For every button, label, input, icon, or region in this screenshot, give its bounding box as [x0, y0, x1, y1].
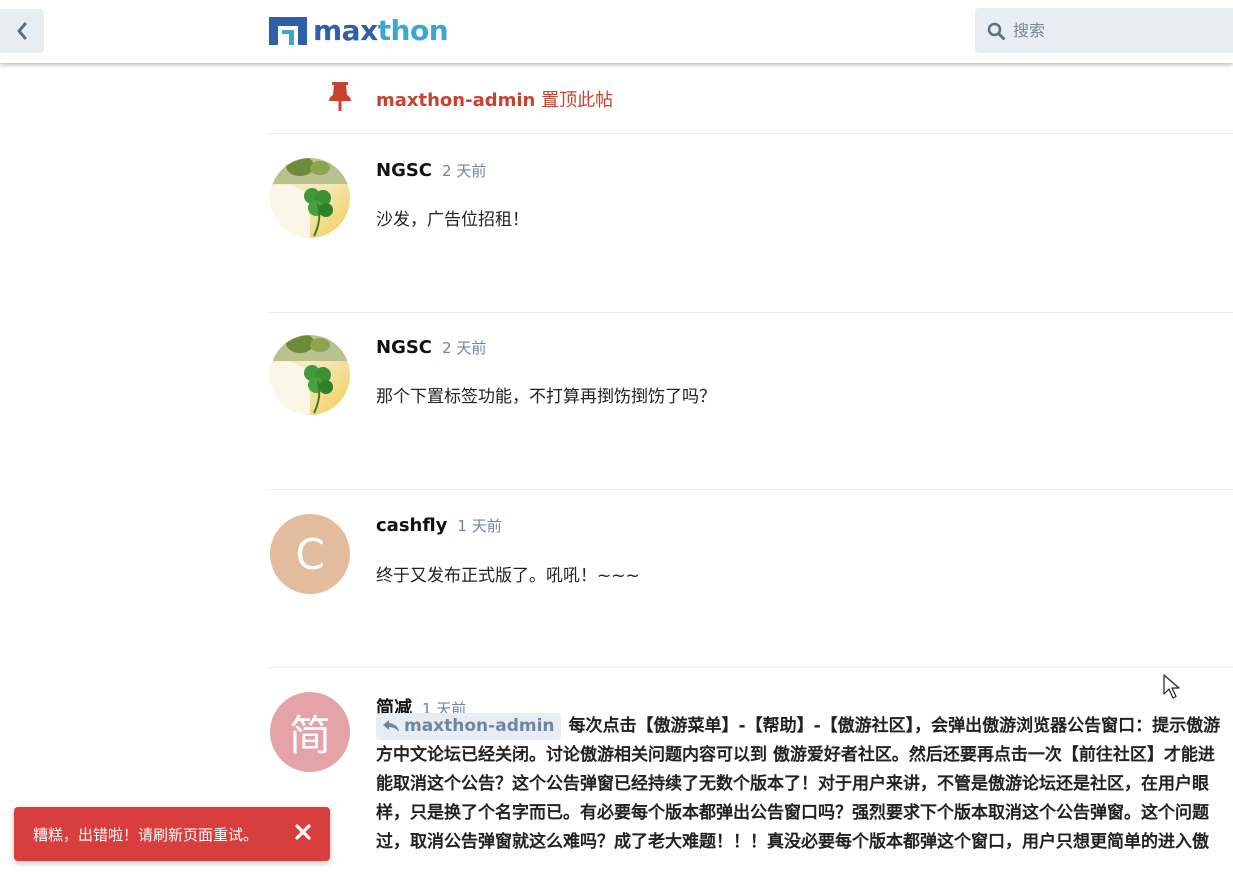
search-box[interactable] [975, 8, 1233, 53]
error-toast: 糟糕，出错啦！请刷新页面重试。 [14, 807, 330, 861]
post-content: 那个下置标签功能，不打算再捯饬捯饬了吗？ [376, 387, 716, 407]
search-input[interactable] [1013, 21, 1213, 40]
close-icon [295, 824, 311, 840]
search-icon [987, 22, 1005, 40]
chevron-left-icon [17, 22, 27, 40]
back-button[interactable] [0, 9, 44, 53]
event-action: 置顶此帖 [541, 90, 614, 111]
post-header: cashfly 1 天前 [376, 515, 502, 536]
clover-avatar-image [270, 335, 350, 415]
toast-close-button[interactable] [292, 821, 314, 843]
username[interactable]: cashfly [376, 515, 447, 536]
maxthon-logo-icon [269, 17, 307, 45]
post-item: NGSC 2 天前 沙发，广告位招租！ [269, 135, 1233, 313]
event-text: maxthon-admin 置顶此帖 [376, 86, 613, 112]
avatar[interactable] [270, 335, 350, 415]
logo-text: maxthon [313, 14, 449, 47]
username[interactable]: NGSC [376, 160, 432, 181]
reply-mention[interactable]: maxthon-admin [376, 712, 561, 740]
mouse-cursor-icon [1163, 674, 1180, 699]
avatar[interactable] [270, 158, 350, 238]
post-time[interactable]: 1 天前 [457, 515, 501, 536]
clover-avatar-image [270, 158, 350, 238]
post-item: C cashfly 1 天前 终于又发布正式版了。吼吼！~~~ [269, 490, 1233, 668]
post-content-line: 每次点击【傲游菜单】-【帮助】-【傲游社区】，会弹出傲游浏览器公告窗口：提示傲游 [568, 716, 1221, 736]
post-content: 沙发，广告位招租！ [376, 210, 529, 230]
header: maxthon [0, 0, 1233, 63]
post-content: 终于又发布正式版了。吼吼！~~~ [376, 566, 640, 586]
avatar[interactable]: C [270, 514, 350, 594]
avatar-letter: 简 [288, 710, 331, 760]
post-header: NGSC 2 天前 [376, 337, 486, 358]
post-content-line: 能取消这个公告？这个公告弹窗已经持续了无数个版本了！对于用户来讲，不管是傲游论坛… [376, 774, 1209, 794]
avatar-letter: C [295, 529, 325, 579]
post-time[interactable]: 2 天前 [442, 337, 486, 358]
post-item: 简 简减 1 天前 maxthon-admin 每次点击【傲游菜单】-【帮助】-【… [269, 668, 1233, 874]
thumbtack-icon [329, 82, 351, 111]
post-header: NGSC 2 天前 [376, 160, 486, 181]
event-username[interactable]: maxthon-admin [376, 90, 535, 111]
event-post-pinned: maxthon-admin 置顶此帖 [269, 64, 1233, 134]
avatar[interactable]: 简 [270, 692, 350, 772]
toast-message: 糟糕，出错啦！请刷新页面重试。 [33, 825, 259, 844]
maxthon-logo[interactable]: maxthon [269, 14, 449, 48]
post-content-line: 方中文论坛已经关闭。讨论傲游相关问题内容可以到 傲游爱好者社区。然后还要再点击一… [376, 745, 1215, 765]
reply-icon [383, 720, 399, 732]
post-content-line: 过，取消公告弹窗就这么难吗？成了老大难题！！！真没必要每个版本都弹这个窗口，用户… [376, 832, 1209, 852]
post-item: NGSC 2 天前 那个下置标签功能，不打算再捯饬捯饬了吗？ [269, 313, 1233, 490]
post-time[interactable]: 2 天前 [442, 160, 486, 181]
post-content: maxthon-admin 每次点击【傲游菜单】-【帮助】-【傲游社区】，会弹出傲… [376, 712, 1233, 857]
username[interactable]: NGSC [376, 337, 432, 358]
post-content-line: 样，只是换了个名字而已。有必要每个版本都弹出公告窗口吗？强烈要求下个版本取消这个… [376, 803, 1209, 823]
